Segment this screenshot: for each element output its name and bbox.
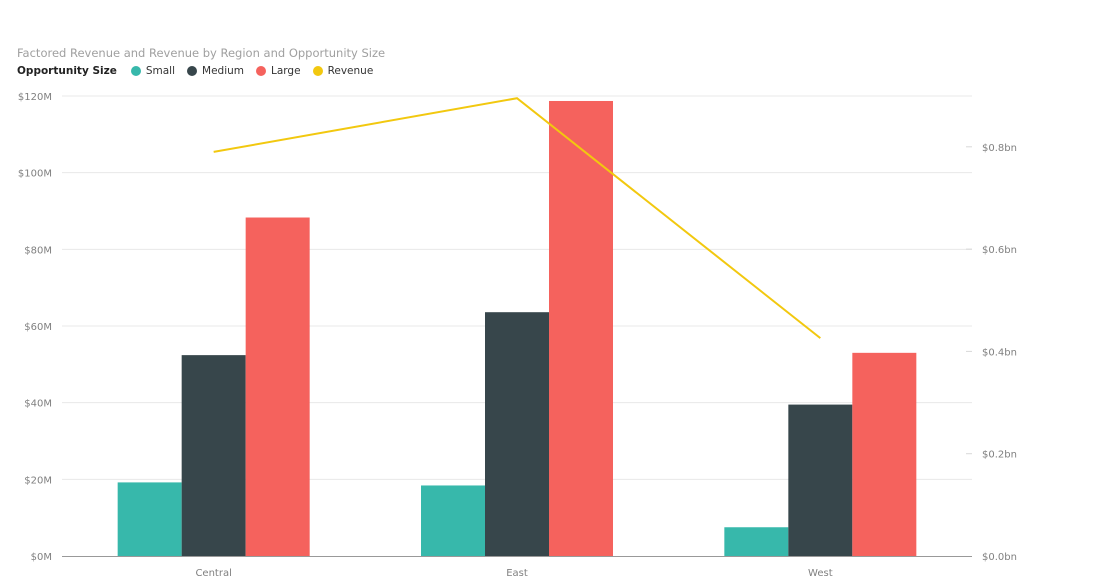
y-right-tick-label: $0.6bn (982, 245, 1017, 256)
bar-medium-east (485, 312, 549, 556)
bar-large-east (549, 100, 613, 556)
bar-large-central (245, 217, 310, 556)
right-axis-ticks (966, 146, 972, 455)
bar-medium-west (788, 404, 853, 556)
bar-small-west (724, 527, 789, 556)
chart-plot: $0M $20M $40M $60M $80M $100M $120M $0.0bn $0.2b… (18, 92, 1017, 579)
y-left-tick-label: $60M (24, 322, 52, 333)
y-right-tick-label: $0.8bn (982, 143, 1017, 154)
y-left-tick-label: $100M (18, 169, 52, 180)
bar-large-west (852, 352, 917, 556)
bar-small-central (117, 482, 182, 556)
y-left-tick-label: $120M (18, 92, 52, 103)
bars (117, 100, 917, 556)
y-right-tick-label: $0.0bn (982, 552, 1017, 563)
x-tick-label: East (506, 568, 528, 579)
y-left-tick-label: $20M (24, 475, 52, 486)
bar-small-east (421, 485, 485, 556)
y-left-tick-label: $80M (24, 245, 52, 256)
x-tick-label: West (808, 568, 833, 579)
y-left-tick-label: $40M (24, 399, 52, 410)
y-left-tick-label: $0M (31, 552, 52, 563)
x-tick-label: Central (195, 568, 231, 579)
y-right-tick-label: $0.4bn (982, 347, 1017, 358)
y-right-tick-label: $0.2bn (982, 450, 1017, 461)
bar-medium-central (181, 355, 246, 556)
